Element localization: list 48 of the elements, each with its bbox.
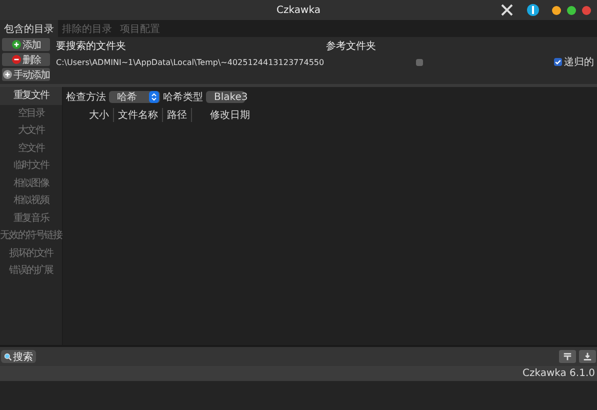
dropdown-arrows-icon	[149, 91, 159, 103]
info-icon[interactable]	[526, 3, 540, 17]
tools-icon[interactable]	[500, 3, 514, 17]
export-button[interactable]	[579, 350, 596, 363]
tab[interactable]: 项目配置	[116, 20, 164, 37]
plus-icon	[12, 40, 20, 49]
minimize-button[interactable]	[552, 6, 561, 14]
directory-button[interactable]: 删除	[2, 53, 50, 66]
filter-button[interactable]	[559, 350, 576, 363]
sidebar-item[interactable]: 重复文件	[0, 87, 62, 104]
sidebar-item[interactable]: 重复音乐	[0, 210, 62, 227]
recursive-checkbox[interactable]	[554, 58, 562, 66]
column-header: 大小	[85, 108, 114, 122]
maximize-button[interactable]	[567, 6, 576, 14]
version-text: Czkawka 6.1.0	[522, 368, 595, 379]
window-title: Czkawka	[276, 4, 320, 16]
download-icon	[583, 352, 592, 361]
reference-checkbox[interactable]	[416, 59, 423, 66]
search-icon	[4, 352, 12, 360]
column-header: 要搜索的文件夹	[56, 40, 127, 53]
column-header: 参考文件夹	[326, 40, 377, 53]
search-button[interactable]: 搜索	[1, 350, 36, 363]
filter-icon	[563, 352, 572, 361]
sidebar-item[interactable]: 大文件	[0, 122, 62, 140]
column-header: 修改日期	[209, 108, 251, 122]
option-label: 检查方法	[66, 90, 106, 104]
folder-path: C:\Users\ADMINI~1\AppData\Local\Temp\~4025124413123774550	[56, 58, 326, 69]
sidebar-item[interactable]: 相似图像	[0, 174, 62, 192]
sidebar-item[interactable]: 损坏的文件	[0, 244, 62, 262]
dropdown[interactable]: 哈希	[109, 91, 160, 103]
directory-button[interactable]: 添加	[2, 38, 50, 51]
sidebar-item[interactable]: 错误的扩展	[0, 262, 62, 280]
tab[interactable]: 排除的目录	[58, 20, 116, 37]
option-label: 哈希类型	[163, 90, 203, 104]
sidebar-item[interactable]: 无效的符号链接	[0, 227, 62, 244]
sidebar-item[interactable]: 临时文件	[0, 157, 62, 174]
sidebar-item[interactable]: 空文件	[0, 140, 62, 157]
column-header: 路径	[163, 108, 192, 122]
minus-icon	[12, 55, 20, 64]
close-button[interactable]	[582, 6, 591, 14]
directory-button[interactable]: 手动添加	[2, 68, 50, 81]
column-header: 文件名称	[114, 108, 163, 122]
dropdown[interactable]: Blake3	[206, 91, 245, 103]
recursive-label: 递归的	[564, 56, 594, 69]
sidebar-item[interactable]: 空目录	[0, 104, 62, 122]
tab[interactable]: 包含的目录	[0, 20, 58, 37]
sidebar-item[interactable]: 相似视频	[0, 192, 62, 210]
plus-icon	[2, 70, 12, 79]
